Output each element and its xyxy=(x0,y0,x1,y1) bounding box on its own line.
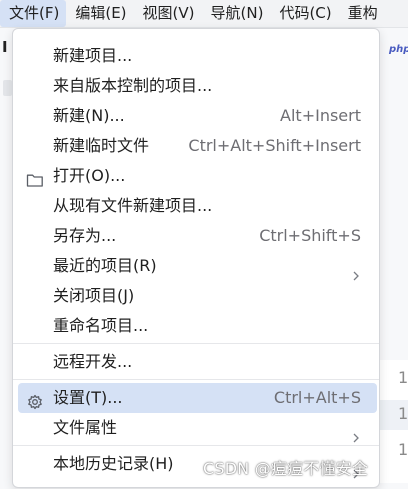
menu-view[interactable]: 视图(V) xyxy=(134,0,202,27)
menu-item-shortcut: Ctrl+Alt+S xyxy=(273,388,361,407)
menu-item-label: 重命名项目... xyxy=(53,316,149,335)
menu-item-label: 新建(N)... xyxy=(53,106,125,125)
menu-item-label: 设置(T)... xyxy=(53,388,123,407)
menu-item-save-as[interactable]: 另存为... Ctrl+Shift+S xyxy=(18,221,377,251)
menu-item-label: 新建临时文件 xyxy=(53,136,150,155)
menu-refactor[interactable]: 重构 xyxy=(339,0,385,27)
line-number: 1 xyxy=(398,404,408,423)
menu-item-recent-projects[interactable]: 最近的项目(R) xyxy=(18,251,377,281)
menu-item-label: 另存为... xyxy=(53,226,117,245)
menu-edit[interactable]: 编辑(E) xyxy=(66,0,133,27)
menu-separator xyxy=(13,343,379,344)
menu-item-remote-development[interactable]: 远程开发... xyxy=(18,347,377,377)
menu-item-new-scratch-file[interactable]: 新建临时文件 Ctrl+Alt+Shift+Insert xyxy=(18,131,377,161)
line-number: 1 xyxy=(398,440,408,459)
menu-item-label: 本地历史记录(H) xyxy=(53,454,174,473)
menu-item-file-properties[interactable]: 文件属性 xyxy=(18,413,377,443)
menu-code[interactable]: 代码(C) xyxy=(270,0,338,27)
menu-item-label: 打开(O)... xyxy=(53,166,126,185)
menu-item-settings[interactable]: 设置(T)... Ctrl+Alt+S xyxy=(18,383,377,413)
background-left-tab xyxy=(3,80,12,96)
chevron-right-icon xyxy=(351,261,361,281)
php-file-tab-label: php xyxy=(389,44,408,55)
menu-item-shortcut: Ctrl+Alt+Shift+Insert xyxy=(188,136,361,155)
menu-item-project-from-vcs[interactable]: 来自版本控制的项目... xyxy=(18,71,377,101)
chevron-right-icon xyxy=(351,423,361,443)
menu-item-rename-project[interactable]: 重命名项目... xyxy=(18,311,377,341)
menu-item-label: 文件属性 xyxy=(53,418,118,437)
menu-item-label: 来自版本控制的项目... xyxy=(53,76,213,95)
menu-navigate[interactable]: 导航(N) xyxy=(202,0,271,27)
menu-file[interactable]: 文件(F) xyxy=(0,0,67,27)
menu-item-label: 远程开发... xyxy=(53,352,133,371)
menu-separator xyxy=(13,445,379,446)
menu-item-new-project[interactable]: 新建项目... xyxy=(18,41,377,71)
menu-item-label: 最近的项目(R) xyxy=(53,256,157,275)
folder-icon xyxy=(26,168,44,187)
menu-item-shortcut: Alt+Insert xyxy=(280,106,361,125)
gear-icon xyxy=(26,390,44,410)
menu-item-new[interactable]: 新建(N)... Alt+Insert xyxy=(18,101,377,131)
menu-item-open[interactable]: 打开(O)... xyxy=(18,161,377,191)
menu-item-close-project[interactable]: 关闭项目(J) xyxy=(18,281,377,311)
menu-item-new-from-existing[interactable]: 从现有文件新建项目... xyxy=(18,191,377,221)
main-menubar: 文件(F) 编辑(E) 视图(V) 导航(N) 代码(C) 重构 xyxy=(0,0,408,28)
menu-item-label: 新建项目... xyxy=(53,46,133,65)
menu-separator xyxy=(13,379,379,380)
menu-item-label: 从现有文件新建项目... xyxy=(53,196,213,215)
background-project-glyph: I xyxy=(2,38,8,56)
menu-item-label: 关闭项目(J) xyxy=(53,286,135,305)
watermark: CSDN @痘痘不懂安全 xyxy=(203,459,369,478)
background-left-panel xyxy=(0,28,12,483)
file-menu-dropdown: 新建项目... 来自版本控制的项目... 新建(N)... Alt+Insert… xyxy=(12,28,380,488)
line-number: 1 xyxy=(398,368,408,387)
menu-item-shortcut: Ctrl+Shift+S xyxy=(259,226,361,245)
